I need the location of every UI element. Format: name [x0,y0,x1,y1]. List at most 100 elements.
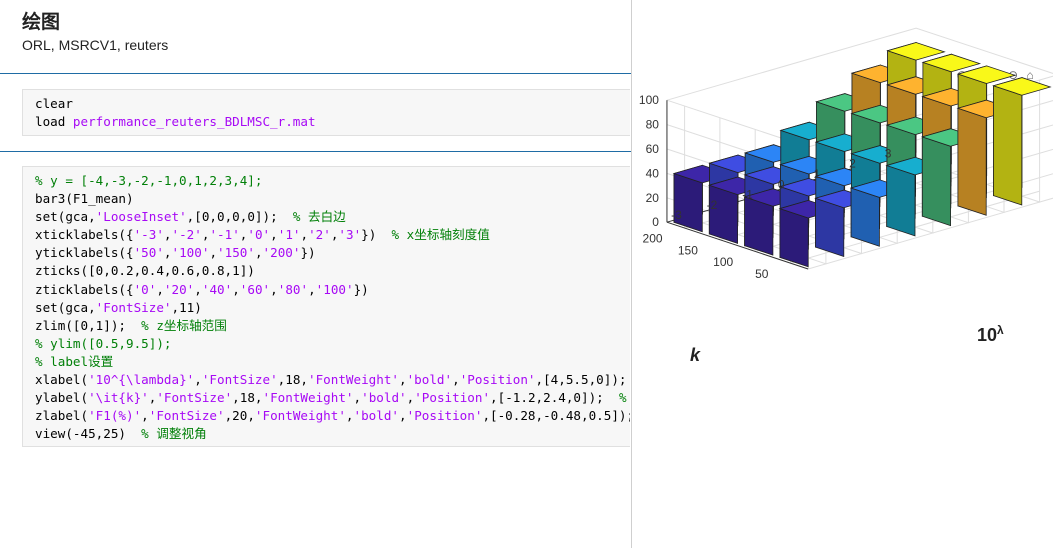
bar-left-face [993,85,1023,206]
z-tick-label: 80 [646,118,660,132]
code-cell-load[interactable]: clear load performance_reuters_BDLMSC_r.m… [22,89,630,136]
code-comment: % ylim([0.5,9.5]); [35,335,172,351]
y-tick-label: 150 [678,243,698,257]
code-line[interactable]: xticklabels({'-3','-2','-1','0','1','2',… [35,226,630,244]
x-tick-label: -3 [671,208,682,222]
section-title: 绘图 [22,11,61,33]
code-line[interactable]: % ylim([0.5,9.5]); [35,335,630,353]
code-text: }) [361,227,392,243]
code-string: '3' [338,227,362,243]
code-string: 'Position' [414,390,491,406]
code-line[interactable]: yticklabels({'50','100','150','200'}) [35,244,630,262]
section-subtitle: ORL, MSRCV1, reuters [22,37,169,53]
bar-left-face [673,172,703,233]
code-line[interactable]: % label设置 [35,353,630,371]
code-string: '\it{k}' [88,390,149,406]
code-text: , [270,281,278,297]
x-tick-label: -1 [742,188,753,202]
code-comment: % 调整视角 [141,426,207,442]
code-line[interactable]: set(gca,'FontSize',11) [35,299,630,317]
code-text: }) [353,281,369,297]
code-text: }) [300,245,316,261]
code-text: , [270,227,278,243]
code-string: '150' [217,245,255,261]
code-string: 'bold' [406,372,453,388]
code-line[interactable]: zlabel('F1(%)','FontSize',20,'FontWeight… [35,407,630,425]
code-line[interactable]: zticklabels({'0','20','40','60','80','10… [35,281,630,299]
code-string: 'FontSize' [156,390,233,406]
code-text: ,18, [232,390,263,406]
code-text: , [194,372,202,388]
bar-left-face [708,184,738,244]
code-string: 'FontWeight' [308,372,399,388]
code-text: , [209,245,218,261]
code-string: '100' [315,281,354,297]
bar3-chart[interactable]: 0 20 40 60 80 100 -3 -2 -1 0 1 2 3 50 100 150 200 10λ k [632,0,1053,400]
z-tick-label: 40 [646,166,660,180]
code-comment: % x坐标轴刻度值 [391,227,490,243]
code-line[interactable]: bar3(F1_mean) [35,190,630,208]
code-string: '100' [171,245,210,261]
code-string: performance_reuters_BDLMSC_r.mat [72,114,316,130]
code-string: '-3' [133,227,164,243]
code-text: , [141,408,149,424]
code-string: '10^{\lambda}' [88,372,195,388]
code-text: , [163,227,172,243]
code-string: '20' [163,281,195,297]
code-text: ,[-0.28,-0.48,0.5]); [482,408,630,424]
x-tick-label: 0 [778,177,785,191]
code-string: 'FontWeight' [254,408,346,424]
code-text: ,11) [171,299,202,315]
code-string: '2' [308,227,331,243]
x-tick-label: 3 [885,146,892,160]
code-text: , [353,390,362,406]
x-tick-label: -2 [707,198,718,212]
code-string: 'Position' [406,408,483,424]
code-string: 'bold' [353,408,400,424]
code-text: , [345,408,354,424]
x-tick-label: 2 [849,157,856,171]
code-string: '60' [239,281,271,297]
y-tick-label: 200 [643,232,663,246]
code-text: xticklabels({ [35,227,134,243]
code-text: ,[0,0,0,0]); [186,209,293,225]
code-line[interactable]: ylabel('\it{k}', 'FontSize',18,'FontWeigh… [35,389,630,407]
code-line[interactable]: clear [35,95,630,113]
code-text: clear [35,96,73,111]
code-text: zticklabels({ [35,281,134,297]
code-text: , [163,245,172,261]
z-tick-label: 60 [646,142,660,156]
code-string: '-1' [209,227,240,243]
bar-x3-k50[interactable] [992,77,1052,206]
code-string: '0' [133,281,157,297]
code-text: zticks([0,0.2,0.4,0.6,0.8,1]) [35,263,255,279]
code-string: '50' [133,245,164,261]
code-line[interactable]: view(-45,25) % 调整视角 [35,425,630,443]
code-text: , [399,372,407,388]
code-text: zlim([0,1]); [35,317,142,333]
code-comment: % y = [-4,-3,-2,-1,0,1,2,3,4]; [35,173,263,188]
code-line[interactable]: xlabel('10^{\lambda}','FontSize',18,'Fon… [35,371,630,389]
bar-left-face [815,197,845,258]
code-comment: % [618,390,627,406]
bar-left-face [744,196,774,256]
live-script-editor: 绘图 ORL, MSRCV1, reuters clear load perfor… [0,0,631,548]
code-cell-plot[interactable]: % y = [-4,-3,-2,-1,0,1,2,3,4]; bar3(F1_me… [22,166,630,447]
code-text: zlabel( [35,408,89,424]
code-text: yticklabels({ [35,245,134,261]
code-text: , [254,245,263,261]
code-string: 'LooseInset' [95,209,187,225]
z-tick-label: 20 [646,191,660,205]
code-string: 'bold' [361,390,407,406]
code-line[interactable]: load performance_reuters_BDLMSC_r.mat [35,113,630,131]
section-divider [0,73,631,74]
bar-left-face [957,107,987,216]
code-line[interactable]: set(gca,'LooseInset',[0,0,0,0]); % 去白边 [35,208,630,226]
code-string: 'F1(%)' [88,408,142,424]
code-line[interactable]: zlim([0,1]); % z坐标轴范围 [35,317,630,335]
code-string: '80' [277,281,309,297]
code-line[interactable]: % y = [-4,-3,-2,-1,0,1,2,3,4]; [35,172,630,190]
bar-left-face [886,164,916,237]
code-string: '1' [277,227,301,243]
code-line[interactable]: zticks([0,0.2,0.4,0.6,0.8,1]) [35,262,630,280]
